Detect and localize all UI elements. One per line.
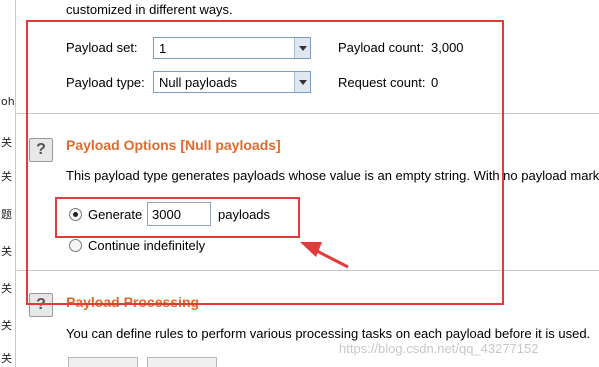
strip-text: 关 (1, 136, 12, 149)
strip-text: 题 (1, 208, 12, 221)
strip-text: 关 (1, 282, 12, 295)
intro-text: customized in different ways. (66, 2, 233, 17)
processing-add-button[interactable] (68, 357, 138, 367)
annotation-generate-box (55, 197, 300, 238)
strip-text: 关 (1, 319, 12, 332)
strip-text: oh (1, 95, 15, 108)
strip-text: 关 (1, 170, 12, 183)
strip-text: 关 (1, 245, 12, 258)
processing-table-header (147, 357, 217, 367)
annotation-outer-box (26, 20, 504, 305)
payload-processing-description: You can define rules to perform various … (66, 326, 591, 341)
strip-text: 关 (1, 352, 12, 365)
watermark: https://blog.csdn.net/qq_43277152 (339, 341, 539, 356)
left-panel-strip: oh 关 关 题 关 关 关 关 (0, 0, 16, 367)
